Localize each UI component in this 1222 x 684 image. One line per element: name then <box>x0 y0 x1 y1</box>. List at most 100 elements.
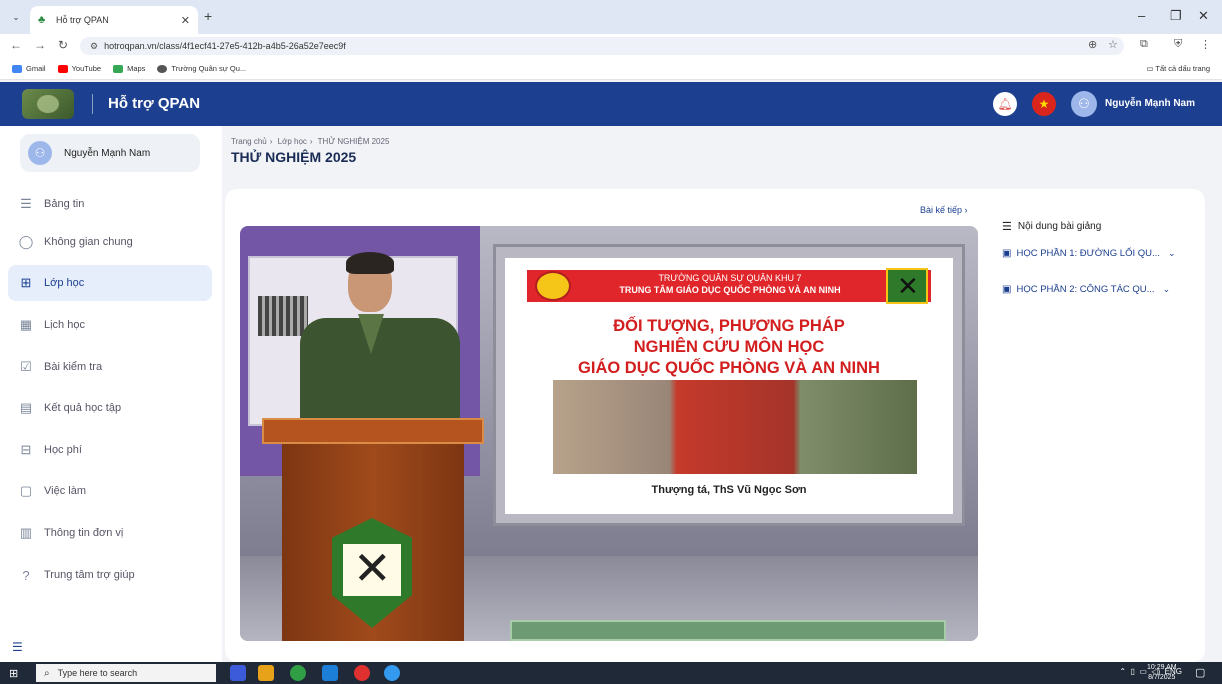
taskbar-clock[interactable]: 10:29 AM 8/7/2025 <box>1147 663 1177 683</box>
sidebar-user-card[interactable]: ⚇ Nguyễn Mạnh Nam <box>20 134 200 172</box>
bookmarks-bar: Gmail YouTube Maps Trường Quân sự Qu... … <box>0 58 1222 80</box>
tray-chevron-icon[interactable]: ⌃ <box>1119 667 1126 676</box>
close-tab-icon[interactable]: ✕ <box>181 14 190 27</box>
report-icon: ▤ <box>19 400 33 415</box>
emblem-crossed-weapons-icon <box>343 540 401 596</box>
taskbar-file-explorer-icon[interactable] <box>258 665 274 681</box>
sidebar-avatar: ⚇ <box>28 141 52 165</box>
app-header: Hỗ trợ QPAN 🔔︎ ★ ⚇ Nguyễn Mạnh Nam <box>0 82 1222 126</box>
sidebar-item-label: Thông tin đơn vị <box>44 527 124 539</box>
user-avatar[interactable]: ⚇ <box>1071 91 1097 117</box>
page-title: THỬ NGHIỆM 2025 <box>231 149 357 165</box>
sidebar-item-khong-gian-chung[interactable]: ◯ Không gian chung <box>8 224 212 260</box>
brand-title[interactable]: Hỗ trợ QPAN <box>108 95 200 112</box>
building-icon: ▥ <box>19 525 33 540</box>
browser-tab[interactable]: ♣ Hỗ trợ QPAN ✕ <box>30 6 198 34</box>
search-icon: ⌕ <box>44 667 50 679</box>
forward-button[interactable]: → <box>34 38 46 52</box>
tab-search-button[interactable]: ⌄ <box>8 9 24 25</box>
taskbar-chrome-icon[interactable] <box>354 665 370 681</box>
sidebar-item-lich-hoc[interactable]: ▦ Lịch học <box>8 307 212 343</box>
collapse-sidebar-icon[interactable]: ☰ <box>12 640 23 654</box>
grid-icon: ⊞ <box>20 275 32 290</box>
sidebar-item-hoc-phi[interactable]: ⊟ Học phí <box>8 432 212 468</box>
calendar-icon: ▦ <box>19 317 33 332</box>
url-bar[interactable]: ⚙ hotroqpan.vn/class/4f1ecf41-27e5-412b-… <box>80 37 1124 55</box>
gmail-icon <box>12 64 22 73</box>
folder-icon: ▣ <box>1002 284 1012 295</box>
vietnam-flag-icon[interactable]: ★ <box>1032 92 1056 116</box>
section-hoc-phan-2[interactable]: ▣ HỌC PHẦN 2: CÔNG TÁC QU... ⌄ <box>1002 284 1170 295</box>
sidebar-item-label: Bài kiểm tra <box>44 361 103 373</box>
header-user-name[interactable]: Nguyễn Mạnh Nam <box>1105 98 1195 109</box>
bookmark-truong-quan-su[interactable]: Trường Quân sự Qu... <box>157 64 246 73</box>
taskbar-app-ps-icon[interactable] <box>230 665 246 681</box>
notification-bell-icon[interactable]: 🔔︎ <box>993 92 1017 116</box>
sidebar-item-label: Việc làm <box>44 485 86 497</box>
center-logo-icon <box>886 268 928 304</box>
bookmark-maps[interactable]: Maps <box>113 64 145 73</box>
presentation-slide: TRƯỜNG QUÂN SỰ QUÂN KHU 7 TRUNG TÂM GIÁO… <box>505 258 953 514</box>
sidebar-item-label: Trung tâm trợ giúp <box>44 569 135 581</box>
sidebar-item-ket-qua-hoc-tap[interactable]: ▤ Kết quả học tập <box>8 390 212 426</box>
briefcase-icon: ▢ <box>19 483 33 498</box>
breadcrumb-classes[interactable]: Lớp học <box>278 137 307 146</box>
notification-center-icon[interactable]: ▢ <box>1195 666 1205 679</box>
next-lesson-link[interactable]: Bài kế tiếp › <box>920 205 968 215</box>
breadcrumb: Trang chủ › Lớp học › THỬ NGHIỆM 2025 <box>231 137 392 146</box>
extensions-icon[interactable]: ⧉ <box>1140 38 1148 51</box>
taskbar-word-icon[interactable] <box>322 665 338 681</box>
bookmark-star-icon[interactable]: ☆ <box>1108 38 1118 51</box>
window-close-button[interactable]: ✕ <box>1198 8 1209 24</box>
slide-org-line1: TRƯỜNG QUÂN SỰ QUÂN KHU 7 <box>658 273 802 283</box>
globe-icon <box>157 64 168 73</box>
chevron-down-icon[interactable]: ⌄ <box>1168 248 1176 259</box>
sidebar-item-trung-tam-tro-giup[interactable]: ? Trung tâm trợ giúp <box>8 557 212 593</box>
chat-bubble-icon: ◯ <box>18 234 34 249</box>
restore-button[interactable]: ❐ <box>1170 8 1182 24</box>
chevron-down-icon[interactable]: ⌄ <box>1163 284 1171 295</box>
taskbar-search[interactable]: ⌕ Type here to search <box>36 664 216 682</box>
section-hoc-phan-1[interactable]: ▣ HỌC PHẦN 1: ĐƯỜNG LỐI QU... ⌄ <box>1002 248 1175 259</box>
video-desk-bar <box>510 620 946 641</box>
video-lecturer-hair <box>346 252 394 274</box>
bookmark-gmail[interactable]: Gmail <box>12 64 46 73</box>
tab-title: Hỗ trợ QPAN <box>56 15 109 25</box>
taskbar-app-green-icon[interactable] <box>290 665 306 681</box>
slide-photo-collage <box>553 380 917 474</box>
zoom-icon[interactable]: ⊕ <box>1088 38 1097 51</box>
maps-icon <box>113 64 124 73</box>
lesson-content-heading: ☰ Nội dung bài giảng <box>1002 221 1102 233</box>
breadcrumb-home[interactable]: Trang chủ <box>231 137 267 146</box>
help-icon: ? <box>22 567 30 583</box>
windows-start-icon[interactable]: ⊞ <box>9 667 18 680</box>
sidebar-item-lop-hoc[interactable]: ⊞ Lớp học <box>8 265 212 301</box>
site-settings-icon[interactable]: ⚙ <box>90 41 98 52</box>
slide-org-line2: TRUNG TÂM GIÁO DỤC QUỐC PHÒNG VÀ AN NINH <box>619 285 841 295</box>
browser-menu-icon[interactable]: ⋮ <box>1200 38 1211 51</box>
video-podium-top <box>262 418 484 444</box>
breadcrumb-separator: › <box>269 137 273 146</box>
breadcrumb-current: THỬ NGHIỆM 2025 <box>317 137 390 146</box>
all-bookmarks[interactable]: ▭ Tất cả dấu trang <box>1146 64 1210 73</box>
browser-tabbar: ⌄ ♣ Hỗ trợ QPAN ✕ + – ❐ ✕ <box>0 0 1222 34</box>
sidebar-item-bang-tin[interactable]: ☰ Bảng tin <box>8 186 212 222</box>
breadcrumb-separator: › <box>309 137 313 146</box>
bookmark-youtube[interactable]: YouTube <box>57 64 101 73</box>
sidebar-item-label: Bảng tin <box>44 198 85 210</box>
taskbar-zalo-icon[interactable] <box>384 665 400 681</box>
sidebar-item-thong-tin-don-vi[interactable]: ▥ Thông tin đơn vị <box>8 515 212 551</box>
shield-extension-icon[interactable]: ⛨ <box>1174 38 1182 51</box>
sidebar-item-viec-lam[interactable]: ▢ Việc làm <box>8 473 212 509</box>
lesson-video-player[interactable]: TRƯỜNG QUÂN SỰ QUÂN KHU 7 TRUNG TÂM GIÁO… <box>240 226 978 641</box>
tray-battery-icon[interactable]: ▯ <box>1131 667 1135 676</box>
tray-network-icon[interactable]: ▭ <box>1139 667 1147 676</box>
sidebar: ⚇ Nguyễn Mạnh Nam ☰ Bảng tin ◯ Không gia… <box>0 126 222 662</box>
reload-button[interactable]: ↻ <box>58 38 68 52</box>
new-tab-button[interactable]: + <box>204 8 212 24</box>
sidebar-user-name: Nguyễn Mạnh Nam <box>64 147 151 159</box>
sidebar-item-bai-kiem-tra[interactable]: ☑ Bài kiểm tra <box>8 349 212 385</box>
app-logo[interactable] <box>22 89 74 119</box>
back-button[interactable]: ← <box>10 38 22 52</box>
minimize-button[interactable]: – <box>1138 8 1145 23</box>
